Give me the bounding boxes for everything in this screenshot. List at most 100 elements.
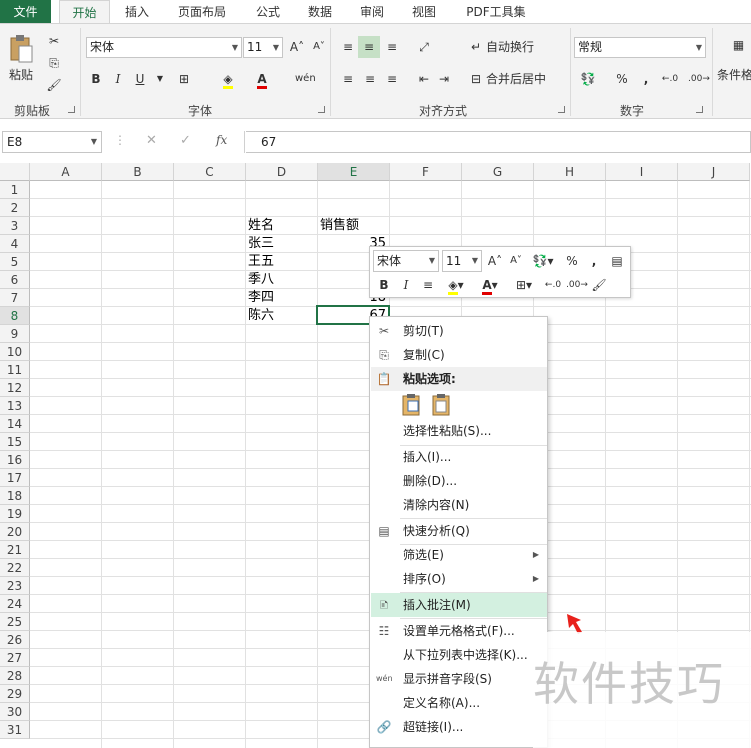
row-header-28[interactable]: 28	[0, 667, 30, 685]
currency-icon[interactable]: 💱	[578, 68, 598, 90]
menu-item-clear-contents[interactable]: 清除内容(N)	[371, 493, 547, 517]
column-header-b[interactable]: B	[102, 163, 174, 181]
row-header-26[interactable]: 26	[0, 631, 30, 649]
chevron-down-icon[interactable]: ▼	[150, 68, 170, 90]
menu-item-show-phonetic[interactable]: wén 显示拼音字段(S)	[371, 667, 547, 691]
menu-item-quick-analysis[interactable]: ▤ 快速分析(Q)	[371, 519, 547, 543]
row-header-7[interactable]: 7	[0, 289, 30, 307]
clipboard-launcher-icon[interactable]	[68, 106, 75, 113]
font-color-icon[interactable]: A	[252, 68, 272, 90]
mini-font-size-select[interactable]: 11 ▼	[442, 250, 482, 272]
tab-page-layout[interactable]: 页面布局	[168, 0, 236, 24]
align-left-icon[interactable]: ≡	[338, 68, 358, 90]
row-header-15[interactable]: 15	[0, 433, 30, 451]
column-header-j[interactable]: J	[678, 163, 750, 181]
row-header-10[interactable]: 10	[0, 343, 30, 361]
menu-item-copy[interactable]: ⎘ 复制(C)	[371, 343, 547, 367]
tab-review[interactable]: 审阅	[350, 0, 394, 24]
format-painter-icon[interactable]: 🖌	[590, 274, 608, 296]
table-format-icon[interactable]: ▤	[608, 250, 626, 272]
menu-item-insert-comment[interactable]: 🗈 插入批注(M)	[371, 593, 547, 617]
cell-e3[interactable]: 销售额	[320, 217, 359, 235]
cell-d7[interactable]: 李四	[248, 289, 274, 307]
increase-decimal-icon[interactable]: ←.0	[660, 68, 680, 90]
align-bottom-icon[interactable]: ≡	[382, 36, 402, 58]
underline-button[interactable]: U	[130, 68, 150, 90]
row-header-18[interactable]: 18	[0, 487, 30, 505]
row-header-19[interactable]: 19	[0, 505, 30, 523]
borders-icon[interactable]: ⊞▾	[510, 274, 538, 296]
conditional-format-icon[interactable]: ▦	[726, 34, 751, 62]
row-header-14[interactable]: 14	[0, 415, 30, 433]
font-launcher-icon[interactable]	[318, 106, 325, 113]
row-header-9[interactable]: 9	[0, 325, 30, 343]
tab-file[interactable]: 文件	[0, 0, 51, 24]
align-center-icon[interactable]: ≡	[360, 68, 380, 90]
row-header-17[interactable]: 17	[0, 469, 30, 487]
mini-font-name-select[interactable]: 宋体 ▼	[373, 250, 439, 272]
row-header-22[interactable]: 22	[0, 559, 30, 577]
row-header-1[interactable]: 1	[0, 181, 30, 199]
menu-item-define-name[interactable]: 定义名称(A)...	[371, 691, 547, 715]
tab-formulas[interactable]: 公式	[246, 0, 290, 24]
column-header-g[interactable]: G	[462, 163, 534, 181]
fill-color-icon[interactable]: ◈	[218, 68, 238, 90]
copy-icon[interactable]: ⎘	[44, 52, 64, 74]
align-top-icon[interactable]: ≡	[338, 36, 358, 58]
menu-item-insert[interactable]: 插入(I)...	[371, 445, 547, 469]
paste-icon[interactable]	[8, 34, 34, 64]
merge-center-button[interactable]: 合并后居中	[486, 68, 546, 90]
menu-item-pick-from-list[interactable]: 从下拉列表中选择(K)...	[371, 643, 547, 667]
number-launcher-icon[interactable]	[696, 106, 703, 113]
cell-d4[interactable]: 张三	[248, 235, 274, 253]
increase-decimal-icon[interactable]: ←.0	[542, 274, 564, 296]
row-header-4[interactable]: 4	[0, 235, 30, 253]
paste-option-icon[interactable]	[400, 393, 424, 417]
column-header-f[interactable]: F	[390, 163, 462, 181]
wrap-text-icon[interactable]: ↵	[466, 36, 486, 58]
align-right-icon[interactable]: ≡	[382, 68, 402, 90]
menu-item-delete[interactable]: 删除(D)...	[371, 469, 547, 493]
align-middle-icon[interactable]: ≡	[358, 36, 380, 58]
phonetic-icon[interactable]: wén	[295, 68, 316, 90]
row-header-21[interactable]: 21	[0, 541, 30, 559]
formula-input[interactable]: 67	[246, 131, 751, 153]
wrap-text-button[interactable]: 自动换行	[486, 36, 534, 58]
paste-values-icon[interactable]	[430, 393, 454, 417]
borders-icon[interactable]: ⊞	[174, 68, 194, 90]
row-header-5[interactable]: 5	[0, 253, 30, 271]
menu-item-hyperlink[interactable]: 🔗 超链接(I)...	[371, 715, 547, 739]
row-header-29[interactable]: 29	[0, 685, 30, 703]
cell-d6[interactable]: 季八	[248, 271, 274, 289]
menu-item-sort[interactable]: 排序(O) ▶	[371, 567, 547, 591]
grow-font-icon[interactable]: A˄	[287, 36, 307, 58]
row-header-27[interactable]: 27	[0, 649, 30, 667]
shrink-font-icon[interactable]: A˅	[508, 250, 524, 272]
comma-button[interactable]: ,	[636, 68, 656, 90]
align-center-icon[interactable]: ≡	[420, 274, 436, 296]
menu-item-filter[interactable]: 筛选(E) ▶	[371, 543, 547, 567]
select-all-corner[interactable]	[0, 163, 30, 181]
row-header-16[interactable]: 16	[0, 451, 30, 469]
tab-pdf-tools[interactable]: PDF工具集	[456, 0, 536, 24]
tab-data[interactable]: 数据	[298, 0, 342, 24]
row-header-11[interactable]: 11	[0, 361, 30, 379]
insert-function-icon[interactable]: fx	[216, 133, 227, 147]
font-name-select[interactable]: 宋体 ▼	[86, 37, 242, 58]
tab-view[interactable]: 视图	[402, 0, 446, 24]
enter-icon[interactable]: ✓	[180, 133, 191, 148]
name-box[interactable]: E8 ▼	[2, 131, 102, 153]
row-header-3[interactable]: 3	[0, 217, 30, 235]
font-size-select[interactable]: 11 ▼	[243, 37, 283, 58]
number-format-select[interactable]: 常规 ▼	[574, 37, 706, 58]
column-header-c[interactable]: C	[174, 163, 246, 181]
cell-d5[interactable]: 王五	[248, 253, 274, 271]
mini-italic-button[interactable]: I	[398, 274, 414, 296]
row-header-20[interactable]: 20	[0, 523, 30, 541]
mini-percent-button[interactable]: %	[564, 250, 580, 272]
decrease-decimal-icon[interactable]: .00→	[688, 68, 710, 90]
row-header-2[interactable]: 2	[0, 199, 30, 217]
bold-button[interactable]: B	[86, 68, 106, 90]
tab-insert[interactable]: 插入	[114, 0, 160, 24]
cut-icon[interactable]: ✂	[44, 30, 64, 52]
